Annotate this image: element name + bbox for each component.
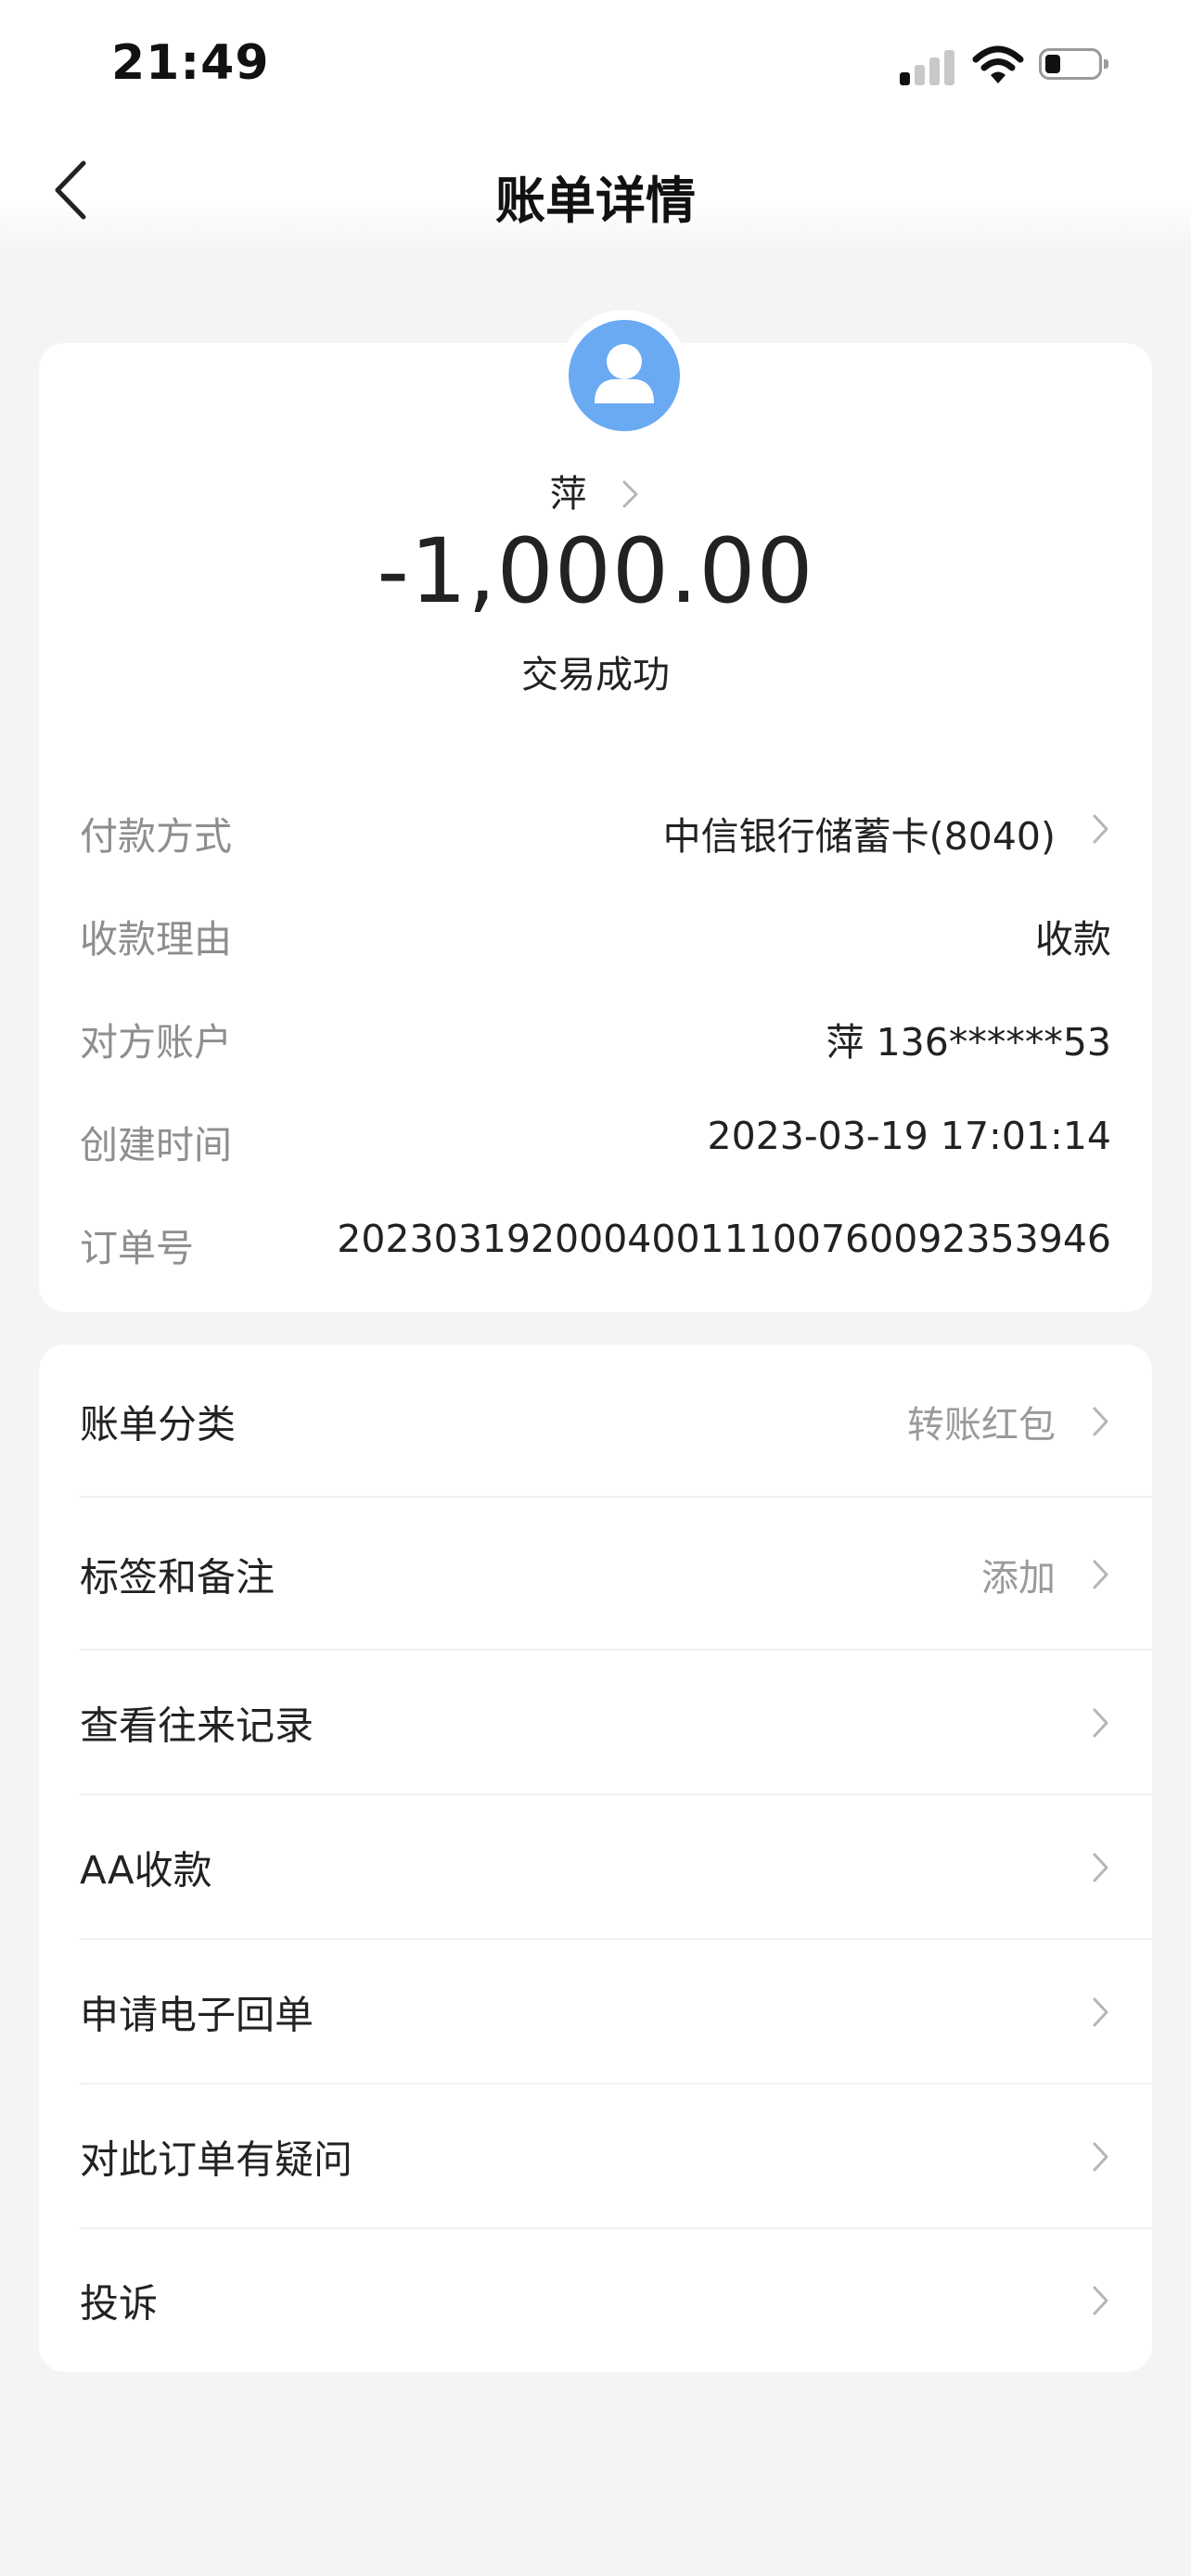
bill-summary-card: 萍 -1,000.00 交易成功 付款方式 中信银行储蓄卡(8040) 收款理由… bbox=[39, 310, 1152, 1312]
menu-value: 添加 bbox=[981, 1556, 1056, 1600]
menu-label: 对此订单有疑问 bbox=[80, 2136, 353, 2183]
signal-icon bbox=[900, 48, 955, 85]
battery-icon bbox=[1039, 48, 1108, 80]
menu-label: 查看往来记录 bbox=[80, 1702, 314, 1749]
detail-label: 付款方式 bbox=[80, 814, 232, 859]
wifi-icon bbox=[972, 45, 1024, 83]
menu-item-bill-category[interactable]: 账单分类 转账红包 bbox=[80, 1345, 1152, 1498]
detail-row-reason: 收款理由 收款 bbox=[80, 899, 1111, 963]
nav-bar: 账单详情 bbox=[0, 130, 1191, 250]
menu-item-e-receipt[interactable]: 申请电子回单 bbox=[80, 1940, 1152, 2085]
detail-value: 萍 136******53 bbox=[826, 1020, 1111, 1065]
chevron-right-icon bbox=[1093, 1853, 1108, 1882]
detail-value: 中信银行储蓄卡(8040) bbox=[662, 814, 1056, 859]
detail-row-order-number: 订单号 20230319200040011100760092353946 bbox=[80, 1207, 1111, 1272]
status-bar: 21:49 bbox=[0, 0, 1191, 130]
menu-item-tags-notes[interactable]: 标签和备注 添加 bbox=[80, 1498, 1152, 1651]
detail-value: 收款 bbox=[1035, 917, 1111, 962]
chevron-right-icon bbox=[1093, 1708, 1108, 1738]
chevron-right-icon bbox=[622, 480, 638, 508]
menu-item-aa-collect[interactable]: AA收款 bbox=[80, 1795, 1152, 1940]
menu-label: 标签和备注 bbox=[80, 1554, 275, 1600]
menu-label: 账单分类 bbox=[80, 1401, 237, 1447]
detail-label: 创建时间 bbox=[80, 1123, 232, 1167]
page-title: 账单详情 bbox=[495, 172, 696, 230]
detail-row-counterparty: 对方账户 萍 136******53 bbox=[80, 1001, 1111, 1066]
detail-label: 订单号 bbox=[80, 1226, 194, 1270]
chevron-right-icon bbox=[1093, 2286, 1108, 2315]
chevron-right-icon bbox=[1093, 1407, 1108, 1435]
detail-label: 对方账户 bbox=[80, 1020, 232, 1065]
chevron-right-icon bbox=[1093, 814, 1108, 844]
detail-label: 收款理由 bbox=[80, 917, 232, 962]
transaction-status: 交易成功 bbox=[521, 654, 670, 696]
payee-link[interactable]: 萍 bbox=[39, 464, 1152, 517]
person-icon bbox=[595, 344, 654, 403]
chevron-right-icon bbox=[1093, 1997, 1108, 2027]
detail-value: 2023-03-19 17:01:14 bbox=[707, 1114, 1111, 1158]
avatar[interactable] bbox=[558, 310, 690, 441]
menu-item-complaint[interactable]: 投诉 bbox=[80, 2229, 1111, 2372]
amount: -1,000.00 bbox=[377, 519, 814, 623]
bill-actions-card: 账单分类 转账红包 标签和备注 添加 查看往来记录 AA收款 申请电子回单 对此… bbox=[39, 1345, 1152, 2372]
menu-value: 转账红包 bbox=[907, 1403, 1056, 1447]
chevron-right-icon bbox=[1093, 2142, 1108, 2172]
menu-item-order-question[interactable]: 对此订单有疑问 bbox=[80, 2085, 1152, 2229]
detail-row-payment-method[interactable]: 付款方式 中信银行储蓄卡(8040) bbox=[80, 796, 1111, 861]
detail-value: 20230319200040011100760092353946 bbox=[337, 1217, 1111, 1261]
status-time: 21:49 bbox=[111, 35, 270, 91]
menu-label: 投诉 bbox=[80, 2280, 159, 2327]
chevron-right-icon bbox=[1093, 1560, 1108, 1588]
menu-label: AA收款 bbox=[80, 1847, 212, 1894]
menu-item-transaction-history[interactable]: 查看往来记录 bbox=[80, 1651, 1152, 1795]
payee-name: 萍 bbox=[549, 473, 587, 516]
detail-row-created-time: 创建时间 2023-03-19 17:01:14 bbox=[80, 1104, 1111, 1169]
menu-label: 申请电子回单 bbox=[80, 1992, 314, 2038]
